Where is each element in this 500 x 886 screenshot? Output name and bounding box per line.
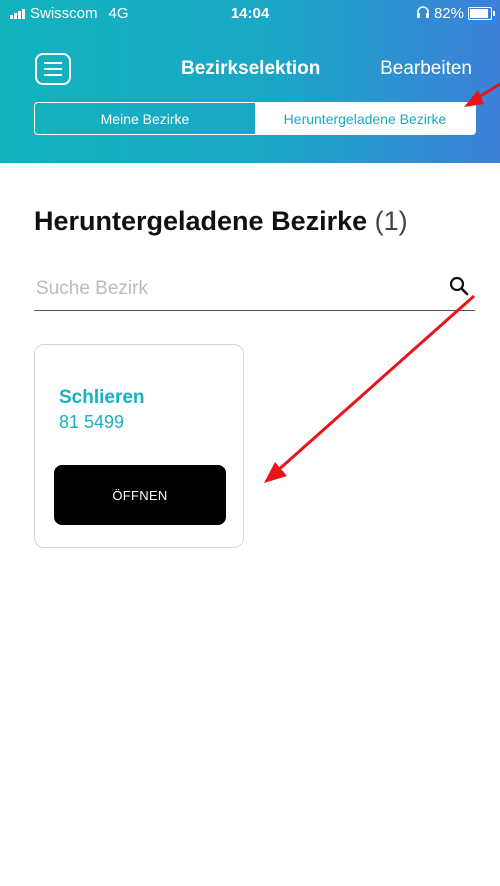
battery-icon xyxy=(468,7,495,20)
hamburger-menu-icon[interactable] xyxy=(35,53,71,85)
annotation-arrow-card xyxy=(264,294,475,483)
section-count: (1) xyxy=(374,206,408,236)
search-icon[interactable] xyxy=(449,276,469,301)
header: Swisscom 4G 14:04 82% Bezirkselektion Be… xyxy=(0,0,500,163)
section-heading-text: Heruntergeladene Bezirke xyxy=(34,206,368,236)
segmented-control: Meine Bezirke Heruntergeladene Bezirke xyxy=(34,102,476,135)
status-right: 82% xyxy=(416,5,495,22)
headphones-icon xyxy=(416,5,430,22)
navigation-bar: Bezirkselektion Bearbeiten xyxy=(0,48,500,92)
district-name: Schlieren xyxy=(59,387,145,408)
search-bar xyxy=(34,266,475,311)
edit-button[interactable]: Bearbeiten xyxy=(380,58,472,80)
open-button[interactable]: ÖFFNEN xyxy=(54,465,226,525)
search-input[interactable] xyxy=(34,274,428,304)
section-heading: Heruntergeladene Bezirke (1) xyxy=(34,206,408,237)
battery-percent: 82% xyxy=(433,5,464,22)
status-bar: Swisscom 4G 14:04 82% xyxy=(0,0,500,28)
district-card: Schlieren 81 5499 ÖFFNEN xyxy=(34,344,244,548)
district-code: 81 5499 xyxy=(59,412,125,432)
phone-screen: Swisscom 4G 14:04 82% Bezirkselektion Be… xyxy=(0,0,500,886)
tab-heruntergeladene-bezirke[interactable]: Heruntergeladene Bezirke xyxy=(255,103,475,134)
tab-meine-bezirke[interactable]: Meine Bezirke xyxy=(35,103,255,134)
page-title: Bezirkselektion xyxy=(181,58,321,79)
